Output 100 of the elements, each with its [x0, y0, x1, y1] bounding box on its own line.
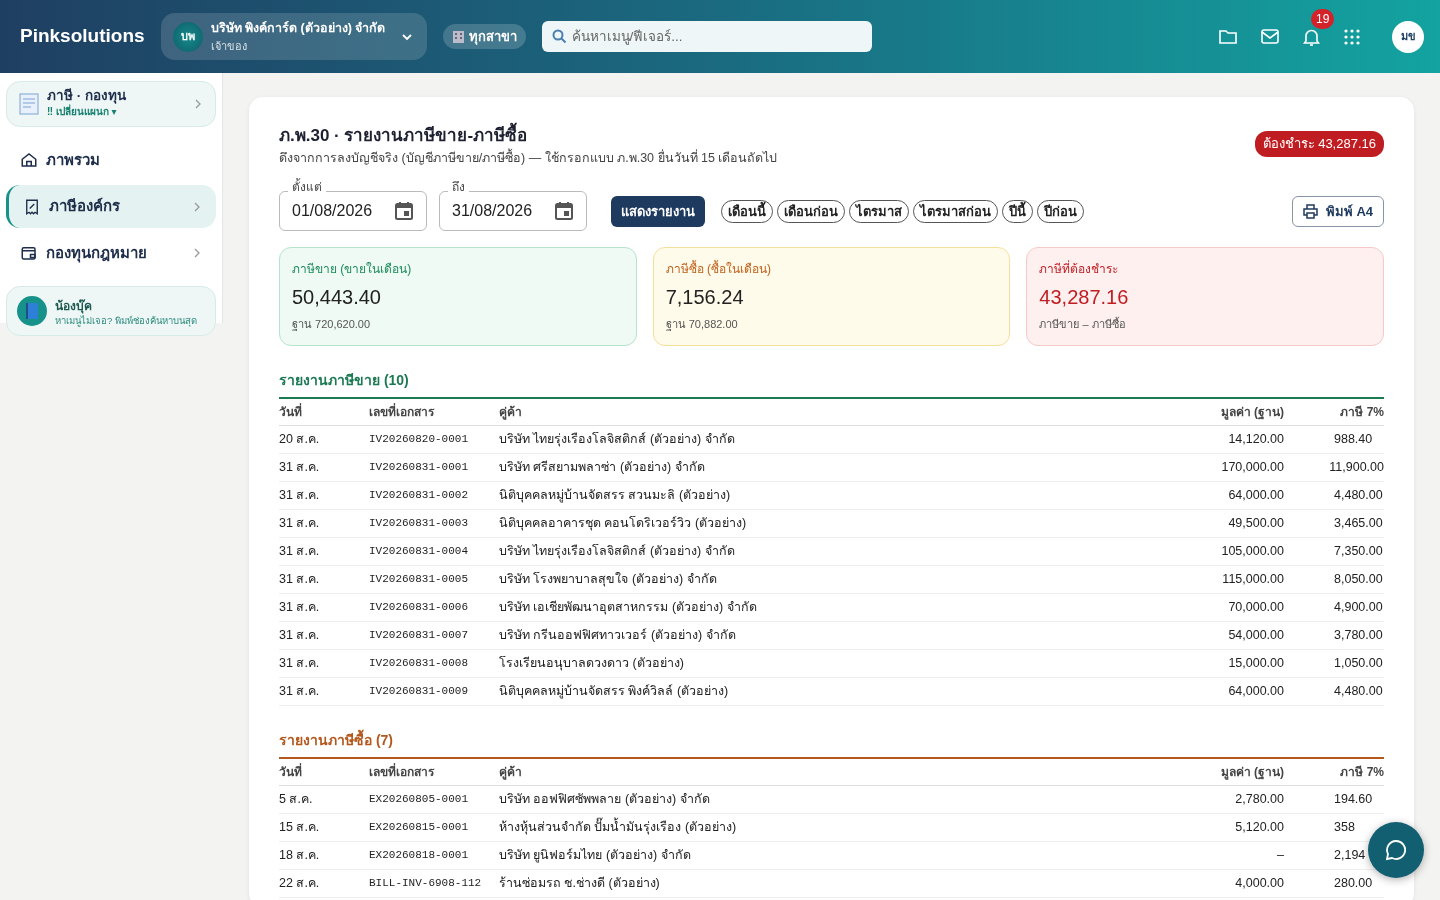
sidebar-item[interactable]: ภาษีองค์กร — [6, 185, 216, 228]
table-cell: 31 ส.ค. — [279, 656, 320, 671]
table-cell: 2,780.00 — [1235, 792, 1284, 807]
table-cell: 115,000.00 — [1222, 572, 1284, 587]
helper-hint: หาเมนูไม่เจอ? พิมพ์ช่องค้นหาบนสุด — [55, 314, 197, 327]
search-field[interactable]: ค้นหาเมนู/ฟีเจอร์... — [541, 21, 872, 52]
table-cell: – — [1277, 848, 1284, 863]
column-header: เลขที่เอกสาร — [369, 398, 499, 426]
sidebar-item[interactable]: กองทุนกฎหมาย — [6, 231, 216, 275]
sidebar-item[interactable]: ภาพรวม — [6, 138, 216, 182]
range-chip[interactable]: ไตรมาส — [849, 199, 909, 223]
table-cell: บริษัท ศรีสยามพลาซ่า (ตัวอย่าง) จำกัด — [499, 460, 705, 475]
show-report-button[interactable]: แสดงรายงาน — [611, 195, 705, 227]
table-cell: 4,480.00 — [1334, 683, 1384, 700]
table-cell: 14,120.00 — [1228, 432, 1284, 447]
table-cell: 3,465.00 — [1334, 515, 1384, 532]
column-header: วันที่ — [279, 758, 369, 786]
table-cell: 31 ส.ค. — [279, 488, 320, 503]
field-label: ถึง — [448, 181, 469, 195]
table-cell: 31 ส.ค. — [279, 628, 320, 643]
report-title: ภ.พ.30 · รายงานภาษีขาย-ภาษีซื้อ — [279, 123, 778, 149]
summary-value: 50,443.40 — [292, 285, 382, 311]
table-cell: IV20260831-0003 — [369, 517, 469, 530]
table-cell: 54,000.00 — [1228, 628, 1284, 643]
table-cell: 5 ส.ค. — [279, 792, 313, 807]
table-cell: 4,000.00 — [1235, 876, 1284, 891]
apps-grid-icon[interactable] — [1344, 28, 1360, 45]
module-switcher[interactable]: ภาษี · กองทุน ‼ เปลี่ยนแผนก ▾ — [6, 81, 216, 127]
branch-button[interactable]: ทุกสาขา — [442, 23, 526, 50]
table-cell: บริษัท กรีนออฟฟิศทาวเวอร์ (ตัวอย่าง) จำกัด — [499, 628, 736, 643]
chat-icon — [1385, 839, 1407, 861]
calendar-icon[interactable] — [394, 201, 414, 222]
summary-label: ภาษีที่ต้องชำระ — [1039, 260, 1120, 279]
section-title: รายงานภาษีขาย (10) — [279, 369, 1384, 399]
range-chip[interactable]: ปีก่อน — [1037, 199, 1084, 223]
table-cell-text: 358 — [1334, 819, 1356, 836]
table-cell: 4,480.00 — [1334, 487, 1384, 504]
table-cell: 31 ส.ค. — [279, 544, 320, 559]
table-cell: บริษัท ไทยรุ่งเรืองโลจิสติกส์ (ตัวอย่าง) จำกัด — [499, 544, 735, 559]
summary-note: ภาษีขาย – ภาษีซื้อ — [1039, 316, 1127, 333]
table-cell: 4,900.00 — [1334, 599, 1384, 616]
table-cell: BILL-INV-6908-112 — [369, 877, 482, 890]
column-header: เลขที่เอกสาร — [369, 758, 499, 786]
column-header: ภาษี 7% — [1284, 398, 1384, 426]
summary-note: ฐาน 70,882.00 — [665, 317, 739, 333]
table-cell: IV20260831-0009 — [369, 685, 469, 698]
table-cell: นิติบุคคลหมู่บ้านจัดสรร พิงค์วิลล์ (ตัวอย่าง) — [499, 684, 729, 699]
table-cell: ร้านซ่อมรถ ช.ช่างดี (ตัวอย่าง) — [499, 876, 660, 891]
summary-label: ภาษีขาย (ขายในเดือน) — [292, 261, 413, 279]
table-cell: IV20260831-0006 — [369, 601, 469, 614]
table-cell: 105,000.00 — [1221, 544, 1284, 559]
mail-icon[interactable] — [1261, 29, 1279, 44]
table-cell: บริษัท ยูนิฟอร์มไทย (ตัวอย่าง) จำกัด — [499, 848, 691, 863]
home-icon — [20, 151, 38, 170]
table-cell: 170,000.00 — [1221, 460, 1284, 475]
table-cell-text: 280.00 — [1334, 875, 1374, 892]
report-subtitle: ดึงจากการลงบัญชีจริง (บัญชีภาษีขาย/ภาษีซื้อ) — ใช้กรอกแบบ ภ.พ.30 ยื่นวันที่ 15 เดือนถัดไป — [279, 148, 778, 167]
table-cell: 64,000.00 — [1228, 684, 1284, 699]
table-cell: IV20260831-0002 — [369, 489, 469, 502]
range-chip[interactable]: ไตรมาสก่อน — [913, 199, 998, 223]
chevron-icon — [193, 98, 203, 109]
column-header: คู่ค้า — [499, 758, 1144, 786]
table-cell: บริษัท เอเชียพัฒนาอุตสาหกรรม (ตัวอย่าง) จำกัด — [499, 600, 757, 615]
section-title: รายงานภาษีซื้อ (7) — [279, 729, 1384, 759]
table-cell: IV20260831-0005 — [369, 573, 469, 586]
table-cell: โรงเรียนอนุบาลดวงดาว (ตัวอย่าง) — [499, 656, 684, 671]
print-button[interactable]: พิมพ์ A4 — [1291, 195, 1384, 227]
table-cell: 8,050.00 — [1334, 571, 1384, 588]
date-field[interactable]: 31/08/2026 — [439, 191, 587, 232]
summary-value: 43,287.16 — [1039, 285, 1130, 311]
table-cell: 11,900.00 — [1329, 459, 1384, 476]
table-cell-text: 2,194 — [1334, 847, 1367, 864]
table-cell: 15,000.00 — [1228, 656, 1284, 671]
table-cell: 5,120.00 — [1235, 820, 1284, 835]
table-cell: IV20260831-0004 — [369, 545, 469, 558]
company-switcher[interactable]: บพ บริษัท พิงค์การ์ด (ตัวอย่าง) จำกัด เจ้าของ — [160, 12, 427, 61]
date-field[interactable]: 01/08/2026 — [279, 191, 427, 232]
calendar-icon[interactable] — [554, 201, 574, 222]
table-cell: 49,500.00 — [1228, 516, 1284, 531]
column-header: ภาษี 7% — [1284, 758, 1384, 786]
table-cell: EX20260805-0001 — [369, 793, 469, 806]
book-icon — [17, 296, 47, 327]
range-chip[interactable]: เดือนนี้ — [721, 199, 773, 223]
table-cell: บริษัท ออฟฟิศซัพพลาย (ตัวอย่าง) จำกัด — [499, 792, 710, 807]
table-cell: 22 ส.ค. — [279, 876, 320, 891]
table-cell: 1,050.00 — [1334, 655, 1384, 672]
table-cell: บริษัท โรงพยาบาลสุขใจ (ตัวอย่าง) จำกัด — [499, 572, 717, 587]
table-cell-text: 988.40 — [1334, 431, 1374, 448]
range-chip[interactable]: ปีนี้ — [1002, 199, 1033, 223]
table-cell: IV20260831-0007 — [369, 629, 469, 642]
table-cell: 7,350.00 — [1334, 543, 1384, 560]
folder-icon[interactable] — [1219, 28, 1237, 45]
range-chip[interactable]: เดือนก่อน — [777, 199, 845, 223]
table-cell: IV20260831-0008 — [369, 657, 469, 670]
notification-bell-icon[interactable] — [1303, 27, 1320, 46]
user-avatar[interactable]: มข — [1392, 20, 1424, 53]
table-cell: นิติบุคคลอาคารชุด คอนโดริเวอร์วิว (ตัวอย่าง) — [499, 516, 747, 531]
table-cell-text: 194.60 — [1334, 791, 1374, 808]
building-icon — [451, 30, 465, 43]
brand-name[interactable]: Pinksolutions — [20, 22, 145, 51]
